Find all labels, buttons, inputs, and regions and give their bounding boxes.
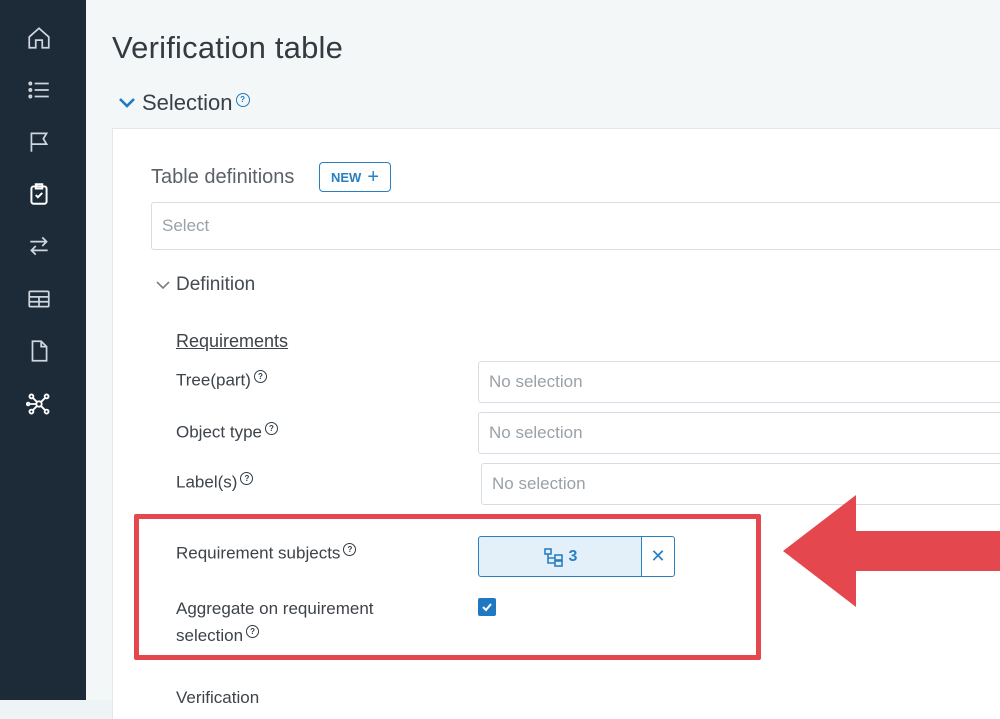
help-icon[interactable]: ? bbox=[240, 472, 254, 485]
transfer-arrows-icon[interactable] bbox=[23, 230, 55, 262]
sidebar bbox=[0, 0, 86, 700]
help-icon[interactable]: ? bbox=[253, 370, 267, 383]
home-icon[interactable] bbox=[23, 22, 55, 54]
new-button-label: NEW bbox=[330, 169, 362, 185]
new-table-definition-button[interactable]: NEW + bbox=[319, 162, 391, 192]
labels-label-text: Label(s) bbox=[176, 472, 238, 492]
aggregate-label-line1: Aggregate on requirement bbox=[176, 599, 374, 618]
chevron-down-icon bbox=[119, 98, 135, 108]
definition-label: Definition bbox=[176, 274, 256, 295]
help-icon[interactable]: ? bbox=[235, 92, 250, 107]
object-type-label-text: Object type bbox=[176, 422, 262, 442]
section-label-text: Selection bbox=[142, 90, 233, 115]
chevron-down-icon bbox=[156, 281, 170, 290]
list-icon[interactable] bbox=[23, 74, 55, 106]
aggregate-label-line2: selection bbox=[176, 626, 244, 645]
requirement-subjects-label: Requirement subjects? bbox=[176, 543, 357, 564]
section-label: Selection? bbox=[142, 90, 250, 116]
labels-label: Label(s)? bbox=[176, 472, 254, 493]
network-icon[interactable] bbox=[23, 388, 55, 420]
aggregate-label: Aggregate on requirement selection? bbox=[176, 595, 374, 649]
labels-input[interactable]: No selection bbox=[481, 463, 1000, 505]
clear-requirement-subjects-button[interactable]: ✕ bbox=[641, 536, 675, 577]
requirement-subjects-label-text: Requirement subjects bbox=[176, 543, 341, 563]
table-icon[interactable] bbox=[23, 283, 55, 315]
help-icon[interactable]: ? bbox=[246, 625, 260, 639]
document-icon[interactable] bbox=[23, 335, 55, 367]
requirements-heading[interactable]: Requirements bbox=[176, 331, 288, 352]
page-title: Verification table bbox=[112, 30, 344, 65]
aggregate-label-line2-row: selection? bbox=[176, 622, 374, 649]
aggregate-checkbox[interactable] bbox=[478, 598, 496, 616]
requirement-subjects-count: 3 bbox=[568, 547, 578, 565]
checkmark-icon bbox=[482, 603, 492, 612]
help-icon[interactable]: ? bbox=[265, 422, 278, 435]
tree-part-input[interactable]: No selection bbox=[478, 361, 1000, 403]
plus-icon: + bbox=[367, 166, 380, 188]
help-icon[interactable]: ? bbox=[343, 543, 357, 556]
definition-toggle[interactable]: Definition bbox=[155, 274, 255, 296]
object-type-label: Object type? bbox=[176, 422, 278, 443]
table-definitions-label: Table definitions bbox=[151, 166, 295, 188]
selection-section-toggle[interactable]: Selection? bbox=[118, 90, 250, 116]
object-type-input[interactable]: No selection bbox=[478, 412, 1000, 454]
clipboard-check-icon[interactable] bbox=[23, 178, 55, 210]
tree-structure-icon bbox=[543, 547, 563, 567]
tree-part-label-text: Tree(part) bbox=[176, 370, 251, 390]
requirement-subjects-button[interactable]: 3 bbox=[478, 536, 642, 577]
verification-heading: Verification bbox=[176, 688, 260, 707]
tree-part-label: Tree(part)? bbox=[176, 370, 267, 391]
close-icon: ✕ bbox=[650, 546, 666, 566]
flag-icon[interactable] bbox=[23, 126, 55, 158]
table-definition-select[interactable]: Select bbox=[151, 202, 1000, 250]
